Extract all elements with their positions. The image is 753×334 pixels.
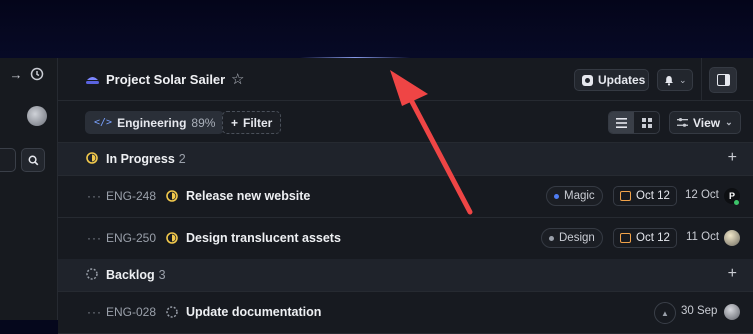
grid-icon <box>641 117 652 128</box>
issue-id: ENG-028 <box>106 305 157 319</box>
search-icon <box>28 155 38 165</box>
created-date: 12 Oct <box>685 189 719 201</box>
star-icon[interactable]: ☆ <box>231 70 244 88</box>
in-progress-status-icon[interactable] <box>166 190 178 202</box>
due-date-chip[interactable]: Oct 12 <box>613 186 677 206</box>
updates-button[interactable]: Updates <box>574 69 649 91</box>
label-chip[interactable]: Design <box>541 228 603 248</box>
chevron-down-icon: ⌄ <box>679 74 687 85</box>
team-filter-chip[interactable]: </> Engineering 89% <box>85 111 225 134</box>
created-date: 30 Sep <box>681 305 718 317</box>
group-title: Backlog 3 <box>106 268 166 282</box>
notifications-button[interactable]: ⌄ <box>657 69 693 91</box>
group-title: In Progress 2 <box>106 152 186 166</box>
add-issue-icon[interactable]: + <box>728 149 737 167</box>
add-issue-icon[interactable]: + <box>728 265 737 283</box>
label-text: Magic <box>564 190 595 202</box>
sidebar-search-input[interactable] <box>0 148 16 172</box>
toggle-panel-button[interactable] <box>709 67 737 93</box>
issue-title: Design translucent assets <box>186 231 341 245</box>
team-name: Engineering <box>117 115 187 130</box>
in-progress-status-icon <box>86 152 98 164</box>
sidebar-panel-icon <box>716 74 730 86</box>
issue-row[interactable]: ··· ENG-248 Release new website Magic Oc… <box>58 176 753 218</box>
window-backdrop <box>0 0 753 58</box>
user-avatar[interactable] <box>27 106 47 126</box>
calendar-icon <box>620 233 631 243</box>
list-icon <box>616 117 627 128</box>
issue-id: ENG-248 <box>106 189 157 203</box>
label-text: Design <box>559 232 595 244</box>
issue-id: ENG-250 <box>106 231 157 245</box>
updates-label: Updates <box>598 73 646 87</box>
more-options-icon[interactable]: ··· <box>87 305 102 319</box>
team-progress: 89% <box>191 115 216 130</box>
list-layout-button[interactable] <box>609 112 634 133</box>
issue-title: Update documentation <box>186 305 322 319</box>
chevron-down-icon[interactable]: ⌄ <box>213 73 221 84</box>
in-progress-status-icon[interactable] <box>166 232 178 244</box>
online-indicator <box>734 200 739 205</box>
backlog-status-icon <box>86 268 98 280</box>
layout-switcher <box>608 111 660 134</box>
view-options-button[interactable]: View ⌄ <box>669 111 741 134</box>
sliders-icon <box>677 118 688 127</box>
due-date: Oct 12 <box>636 190 670 202</box>
group-count: 2 <box>178 152 186 166</box>
plus-icon: + <box>231 115 239 130</box>
project-header: Project Solar Sailer ⌄ ☆ Updates ⌄ <box>58 58 753 101</box>
issue-row[interactable]: ··· ENG-028 Update documentation ▲ 30 Se… <box>58 292 753 334</box>
group-header-in-progress[interactable]: In Progress 2 + <box>58 143 753 176</box>
more-options-icon[interactable]: ··· <box>87 189 102 203</box>
code-icon: </> <box>94 117 113 128</box>
more-options-icon[interactable]: ··· <box>87 231 102 245</box>
issue-row[interactable]: ··· ENG-250 Design translucent assets De… <box>58 218 753 260</box>
calendar-icon <box>620 191 631 201</box>
header-divider <box>701 58 702 100</box>
bell-icon <box>665 75 673 85</box>
project-title[interactable]: Project Solar Sailer <box>106 72 225 87</box>
filter-button[interactable]: + Filter <box>222 111 282 134</box>
assignee-avatar[interactable] <box>724 304 740 320</box>
due-date: Oct 12 <box>636 232 670 244</box>
label-dot <box>549 235 554 241</box>
updates-icon <box>582 74 593 86</box>
sailboat-icon <box>86 77 99 84</box>
board-layout-button[interactable] <box>634 112 659 133</box>
sidebar: → <box>0 58 58 320</box>
assignee-avatar[interactable] <box>724 230 740 246</box>
group-count: 3 <box>158 268 166 282</box>
arrow-right-icon[interactable]: → <box>8 66 24 82</box>
label-dot <box>554 193 559 199</box>
toolbar: </> Engineering 89% + Filter View ⌄ <box>58 101 753 143</box>
label-chip[interactable]: Magic <box>546 186 603 206</box>
backlog-status-icon[interactable] <box>166 306 178 318</box>
due-date-chip[interactable]: Oct 12 <box>613 228 677 248</box>
clock-icon[interactable] <box>29 66 45 82</box>
issue-title: Release new website <box>186 189 311 203</box>
view-label: View <box>693 115 721 130</box>
chevron-down-icon: ⌄ <box>725 117 733 127</box>
priority-icon[interactable]: ▲ <box>654 302 676 324</box>
filter-label: Filter <box>243 115 273 130</box>
group-header-backlog[interactable]: Backlog 3 + <box>58 259 753 292</box>
created-date: 11 Oct <box>686 231 720 243</box>
search-button[interactable] <box>21 148 45 172</box>
issue-list-panel: Project Solar Sailer ⌄ ☆ Updates ⌄ </> E… <box>58 58 753 334</box>
